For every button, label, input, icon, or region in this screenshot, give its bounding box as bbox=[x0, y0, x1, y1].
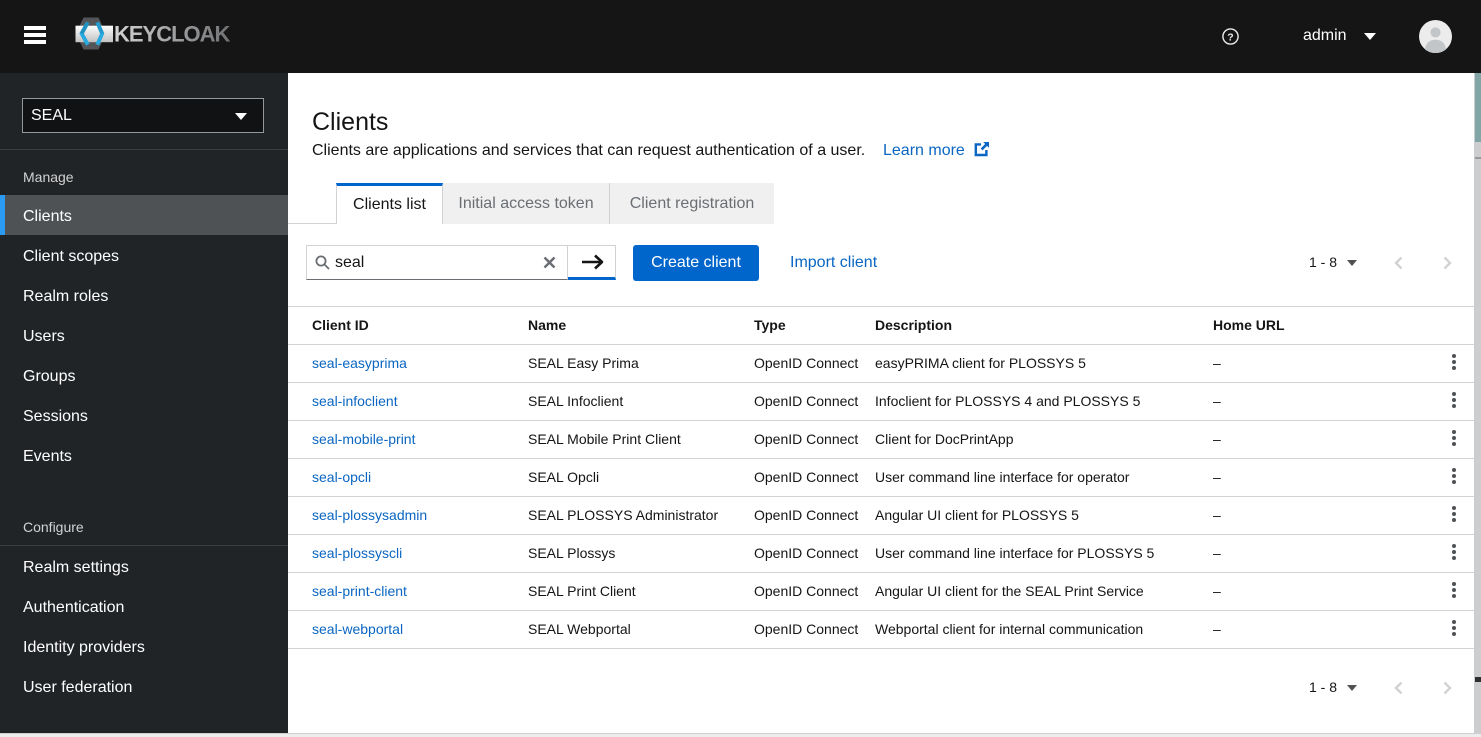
svg-text:KEYCLOAK: KEYCLOAK bbox=[114, 22, 231, 47]
svg-text:?: ? bbox=[1227, 32, 1233, 44]
